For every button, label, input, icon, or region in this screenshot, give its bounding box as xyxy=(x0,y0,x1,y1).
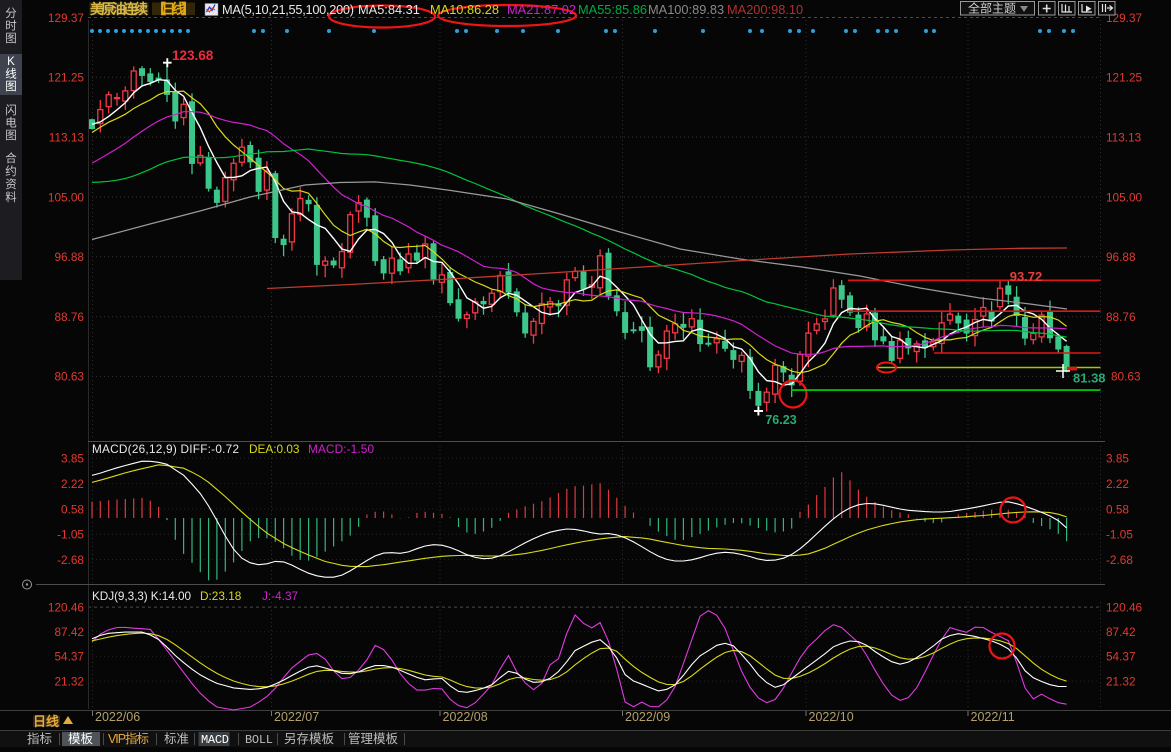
svg-text:87.42: 87.42 xyxy=(1106,625,1136,639)
svg-text:约: 约 xyxy=(5,164,17,178)
svg-text:MA5:84.31: MA5:84.31 xyxy=(358,2,420,17)
svg-text:2022/09: 2022/09 xyxy=(625,710,670,724)
svg-text:121.25: 121.25 xyxy=(1106,71,1143,85)
svg-text:美原油连续: 美原油连续 xyxy=(90,1,148,17)
svg-text:54.37: 54.37 xyxy=(54,650,84,664)
svg-text:88.76: 88.76 xyxy=(54,310,84,324)
svg-text:80.63: 80.63 xyxy=(54,370,84,384)
svg-text:113.13: 113.13 xyxy=(1106,130,1142,144)
svg-text:2.22: 2.22 xyxy=(61,477,84,491)
svg-text:129.37: 129.37 xyxy=(48,11,84,25)
svg-text:96.88: 96.88 xyxy=(1106,250,1136,264)
svg-text:105.00: 105.00 xyxy=(1106,190,1143,204)
svg-text:123.68: 123.68 xyxy=(172,48,214,63)
svg-text:2022/08: 2022/08 xyxy=(443,710,488,724)
svg-text:3.85: 3.85 xyxy=(1106,452,1129,466)
svg-text:2022/10: 2022/10 xyxy=(809,710,854,724)
svg-text:图: 图 xyxy=(5,32,17,45)
svg-text:图: 图 xyxy=(5,129,17,142)
svg-text:105.00: 105.00 xyxy=(48,190,85,204)
svg-text:81.38: 81.38 xyxy=(1073,371,1106,386)
svg-text:2022/11: 2022/11 xyxy=(971,710,1015,724)
svg-text:VIP指标: VIP指标 xyxy=(108,731,149,746)
svg-text:J:-4.37: J:-4.37 xyxy=(262,589,298,603)
svg-text:-1.05: -1.05 xyxy=(57,528,84,542)
svg-text:MA(5,10,21,55,100,200): MA(5,10,21,55,100,200) xyxy=(222,2,354,17)
svg-text:图: 图 xyxy=(5,80,17,93)
svg-text:0.58: 0.58 xyxy=(1106,502,1129,516)
svg-text:DEA:0.03: DEA:0.03 xyxy=(249,442,300,456)
svg-text:资: 资 xyxy=(5,178,17,191)
svg-text:-2.68: -2.68 xyxy=(1106,553,1133,567)
svg-text:模板: 模板 xyxy=(68,732,94,746)
svg-text:日线: 日线 xyxy=(33,714,59,729)
svg-text:合: 合 xyxy=(5,151,17,165)
svg-text:标准: 标准 xyxy=(164,732,189,746)
svg-text:80.63: 80.63 xyxy=(1111,370,1141,384)
svg-text:MA21:87.02: MA21:87.02 xyxy=(507,2,576,17)
svg-text:MA10:86.28: MA10:86.28 xyxy=(430,2,499,17)
svg-text:3.85: 3.85 xyxy=(61,452,84,466)
svg-text:-2.68: -2.68 xyxy=(57,553,84,567)
svg-text:全部主题: 全部主题 xyxy=(968,1,1016,16)
svg-text:-1.05: -1.05 xyxy=(1106,528,1133,542)
svg-text:21.32: 21.32 xyxy=(1106,674,1136,688)
svg-text:2.22: 2.22 xyxy=(1106,477,1129,491)
svg-text:BOLL: BOLL xyxy=(245,733,273,747)
svg-text:96.88: 96.88 xyxy=(54,250,84,264)
svg-text:MA100:89.83: MA100:89.83 xyxy=(648,2,724,17)
svg-text:0.58: 0.58 xyxy=(61,502,84,516)
svg-text:时: 时 xyxy=(5,20,17,33)
svg-text:管理模板: 管理模板 xyxy=(348,731,399,746)
svg-text:120.46: 120.46 xyxy=(1106,600,1143,614)
svg-text:MA200:98.10: MA200:98.10 xyxy=(727,2,803,17)
svg-text:KDJ(9,3,3) K:14.00: KDJ(9,3,3) K:14.00 xyxy=(92,589,191,603)
svg-text:MACD(26,12,9) DIFF:-0.72: MACD(26,12,9) DIFF:-0.72 xyxy=(92,442,239,456)
svg-text:K: K xyxy=(7,56,15,68)
svg-text:88.76: 88.76 xyxy=(1106,310,1136,324)
svg-text:另存模板: 另存模板 xyxy=(284,732,335,746)
svg-text:76.23: 76.23 xyxy=(765,413,796,427)
svg-text:电: 电 xyxy=(5,117,17,130)
svg-text:MA55:85.86: MA55:85.86 xyxy=(578,2,647,17)
svg-text:D:23.18: D:23.18 xyxy=(200,589,242,603)
svg-text:MACD:-1.50: MACD:-1.50 xyxy=(308,442,374,456)
svg-text:120.46: 120.46 xyxy=(48,600,85,614)
svg-text:料: 料 xyxy=(5,190,17,204)
svg-text:闪: 闪 xyxy=(5,103,17,117)
svg-text:54.37: 54.37 xyxy=(1106,650,1136,664)
svg-text:93.72: 93.72 xyxy=(1010,269,1043,284)
svg-text:87.42: 87.42 xyxy=(54,625,84,639)
svg-text:113.13: 113.13 xyxy=(49,130,85,144)
svg-text:指标: 指标 xyxy=(27,731,52,746)
svg-text:2022/07: 2022/07 xyxy=(274,710,319,724)
svg-text:线: 线 xyxy=(5,67,17,81)
svg-text:分: 分 xyxy=(5,7,17,20)
svg-text:121.25: 121.25 xyxy=(48,71,85,85)
svg-text:21.32: 21.32 xyxy=(54,674,84,688)
svg-text:MACD: MACD xyxy=(201,733,229,747)
svg-text:2022/06: 2022/06 xyxy=(95,710,140,724)
svg-text:【日线】: 【日线】 xyxy=(152,1,195,17)
